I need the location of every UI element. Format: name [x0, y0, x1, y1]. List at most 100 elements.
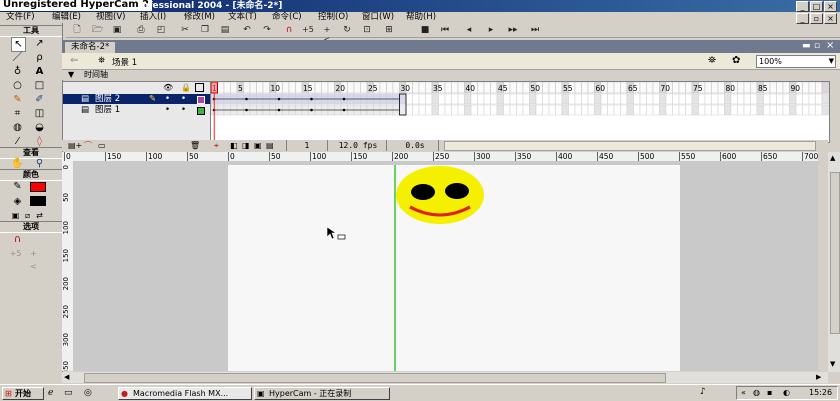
frame-ruler-cell[interactable] — [652, 81, 660, 94]
print-preview-icon[interactable]: ◰ — [156, 25, 166, 35]
frame-ruler-cell[interactable] — [249, 81, 257, 94]
frame-cell[interactable] — [769, 93, 777, 105]
frame-cell[interactable] — [763, 104, 771, 116]
frame-cell[interactable] — [509, 93, 517, 105]
frame-cell[interactable] — [750, 104, 758, 116]
frame-ruler-cell[interactable] — [392, 81, 400, 94]
oval-tool-icon[interactable]: ○ — [11, 79, 24, 92]
frame-cell[interactable] — [490, 104, 498, 116]
frame-ruler-cell[interactable] — [425, 81, 433, 94]
frame-cell[interactable] — [704, 104, 712, 116]
frame-cell[interactable] — [477, 93, 485, 105]
cut-icon[interactable]: ✂ — [180, 25, 190, 35]
frame-cell[interactable] — [594, 93, 602, 105]
layer-outline-color[interactable] — [197, 96, 205, 104]
frame-cell[interactable] — [548, 104, 556, 116]
fill-color-swatch[interactable] — [30, 196, 46, 206]
keyframe-dot[interactable] — [310, 108, 313, 112]
frame-cell[interactable] — [412, 104, 420, 116]
frame-cell[interactable] — [503, 93, 511, 105]
insert-layer-icon[interactable]: ▤+ — [68, 140, 82, 151]
frame-cell[interactable] — [633, 104, 641, 116]
menu-help[interactable]: 帮助(H) — [406, 12, 436, 23]
frame-cell[interactable] — [529, 104, 537, 116]
frame-cell[interactable] — [646, 104, 654, 116]
frame-ruler-cell[interactable] — [522, 81, 530, 94]
line-tool-icon[interactable]: ／ — [11, 51, 24, 64]
step-back-icon[interactable]: ◂ — [464, 25, 474, 35]
maximize-button[interactable]: □ — [810, 1, 823, 12]
frame-cell[interactable] — [581, 93, 589, 105]
keyframe-dot[interactable] — [245, 108, 248, 112]
frame-cell[interactable] — [789, 93, 797, 105]
menu-text[interactable]: 文本(T) — [228, 12, 257, 23]
frame-cell[interactable] — [730, 104, 738, 116]
frame-cell[interactable] — [698, 104, 706, 116]
frame-ruler-cell[interactable] — [379, 81, 387, 94]
frame-cell[interactable] — [438, 104, 446, 116]
keyframe-dot[interactable] — [342, 108, 346, 112]
frame-ruler-cell[interactable] — [639, 81, 647, 94]
frame-cell[interactable] — [600, 93, 608, 105]
frame-cell[interactable] — [776, 93, 784, 105]
frame-cell[interactable] — [672, 93, 680, 105]
frame-ruler-cell[interactable] — [386, 81, 394, 94]
frame-cell[interactable] — [639, 104, 647, 116]
desktop-icon[interactable]: ▭ — [64, 388, 73, 398]
menu-control[interactable]: 控制(O) — [318, 12, 348, 23]
frame-cell[interactable] — [808, 93, 816, 105]
scroll-right-icon[interactable]: ▶ — [816, 373, 821, 381]
frame-cell[interactable] — [496, 104, 504, 116]
smiley-face[interactable] — [396, 166, 484, 224]
frame-cell[interactable] — [412, 93, 420, 105]
frame-cell[interactable] — [470, 93, 478, 105]
tray-expand-icon[interactable]: « — [741, 388, 746, 397]
frame-cell[interactable] — [704, 93, 712, 105]
frame-cell[interactable] — [451, 104, 459, 116]
frame-cell[interactable] — [555, 104, 563, 116]
frame-ruler-cell[interactable] — [646, 81, 654, 94]
frame-cell[interactable] — [483, 93, 491, 105]
keyframe-dot[interactable] — [277, 108, 281, 112]
menu-window[interactable]: 窗口(W) — [362, 12, 394, 23]
frame-ruler-cell[interactable] — [815, 81, 823, 94]
keyframe-dot[interactable] — [310, 97, 313, 101]
frame-cell[interactable] — [607, 93, 615, 105]
frame-cell[interactable] — [659, 93, 667, 105]
frame-cell[interactable] — [522, 93, 530, 105]
frame-cell[interactable] — [399, 104, 407, 116]
frame-cell[interactable] — [405, 93, 413, 105]
subselect-tool-icon[interactable]: ↗ — [33, 37, 46, 50]
frame-ruler-cell[interactable] — [607, 81, 615, 94]
onion-skin-icon[interactable]: ◧ — [230, 140, 238, 151]
frame-ruler-cell[interactable] — [516, 81, 524, 94]
frame-ruler-cell[interactable] — [808, 81, 816, 94]
back-arrow-icon[interactable]: ⇐ — [70, 55, 78, 66]
frame-cell[interactable] — [581, 104, 589, 116]
frame-ruler-cell[interactable] — [295, 81, 303, 94]
frame-ruler-cell[interactable] — [821, 81, 829, 94]
frame-cell[interactable] — [509, 104, 517, 116]
frame-cell[interactable] — [626, 93, 634, 105]
straighten-option-icon[interactable]: +< — [27, 247, 40, 271]
stroke-color-swatch[interactable] — [30, 182, 46, 192]
frame-ruler-cell[interactable] — [678, 81, 686, 94]
frame-cell[interactable] — [782, 104, 790, 116]
frame-ruler-cell[interactable] — [282, 81, 290, 94]
frame-ruler-cell[interactable] — [262, 81, 270, 94]
tray-network-icon[interactable]: ◍ — [753, 388, 760, 397]
ink-bottle-tool-icon[interactable]: ◍ — [11, 121, 24, 134]
go-to-end-icon[interactable]: ⏭ — [530, 25, 540, 35]
menu-file[interactable]: 文件(F) — [6, 12, 35, 23]
frame-ruler-cell[interactable] — [782, 81, 790, 94]
frame-ruler-cell[interactable] — [776, 81, 784, 94]
frame-ruler-cell[interactable] — [743, 81, 751, 94]
frame-ruler-cell[interactable] — [243, 81, 251, 94]
scroll-left-icon[interactable]: ◀ — [64, 373, 69, 381]
insert-folder-icon[interactable]: ▭ — [98, 140, 106, 151]
frame-ruler-cell[interactable] — [327, 81, 335, 94]
zoom-select[interactable]: 100% ▼ — [756, 55, 836, 68]
edit-multiple-frames-icon[interactable]: ▣ — [254, 140, 262, 151]
frame-ruler-cell[interactable] — [230, 81, 238, 94]
frame-ruler-cell[interactable] — [360, 81, 368, 94]
